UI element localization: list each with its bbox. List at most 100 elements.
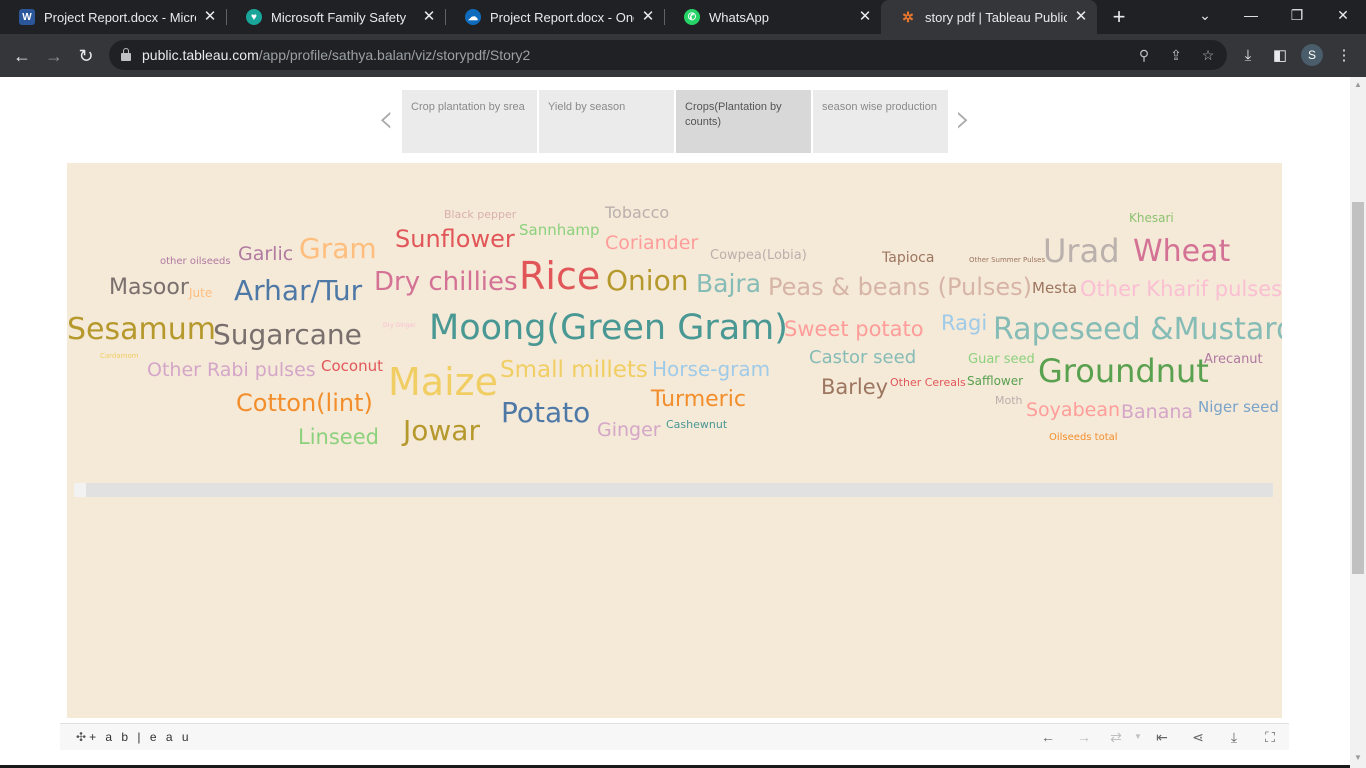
close-icon[interactable]: ✕	[202, 9, 218, 25]
word-cloud-word[interactable]: Tobacco	[605, 205, 669, 221]
word-cloud-word[interactable]: Other Rabi pulses	[147, 361, 316, 380]
zoom-icon[interactable]: ⚲	[1134, 45, 1154, 65]
tableau-logo[interactable]: ✣ + a b | e a u	[76, 730, 192, 744]
word-cloud-word[interactable]: Turmeric	[651, 389, 746, 411]
viz-horizontal-scrollbar[interactable]	[74, 483, 1273, 497]
word-cloud-word[interactable]: Coconut	[321, 359, 383, 374]
revert-icon[interactable]: ⇄	[1106, 728, 1126, 746]
word-cloud-word[interactable]: Cashewnut	[666, 419, 727, 430]
word-cloud-word[interactable]: Safflower	[967, 375, 1023, 387]
story-next-icon[interactable]: ›	[949, 91, 977, 151]
word-cloud-word[interactable]: Jute	[189, 287, 212, 299]
word-cloud-word[interactable]: Cotton(lint)	[236, 391, 373, 415]
word-cloud-word[interactable]: Arecanut	[1204, 353, 1263, 366]
word-cloud-word[interactable]: Sannhamp	[519, 223, 600, 238]
word-cloud-word[interactable]: Other Summer Pulses	[969, 257, 1045, 264]
word-cloud-word[interactable]: Other Kharif pulses	[1080, 279, 1282, 300]
word-cloud-word[interactable]: Castor seed	[809, 349, 916, 367]
scroll-up-icon[interactable]: ▲	[1354, 81, 1362, 89]
word-cloud-word[interactable]: Sunflower	[395, 227, 515, 251]
reset-icon[interactable]: ⇤	[1152, 728, 1172, 746]
close-icon[interactable]: ✕	[1073, 9, 1089, 25]
window-close-icon[interactable]: ✕	[1320, 0, 1366, 34]
redo-icon[interactable]: →	[1074, 728, 1094, 746]
word-cloud-word[interactable]: Black pepper	[444, 209, 516, 220]
menu-kebab-icon[interactable]: ⋮	[1333, 45, 1355, 67]
story-point-2[interactable]: Yield by season	[539, 90, 674, 153]
word-cloud-word[interactable]: other oilseeds	[160, 257, 231, 267]
side-panel-icon[interactable]: ◧	[1269, 45, 1291, 67]
word-cloud-word[interactable]: Sesamum	[67, 315, 216, 345]
forward-icon[interactable]: →	[41, 43, 67, 69]
browser-tab-active[interactable]: ✲ story pdf | Tableau Public ✕	[881, 0, 1097, 34]
story-point-3[interactable]: Crops(Plantation by counts)	[676, 90, 811, 153]
word-cloud-word[interactable]: Guar seed	[968, 353, 1035, 366]
address-bar[interactable]: public.tableau.com/app/profile/sathya.ba…	[109, 40, 1227, 70]
word-cloud-word[interactable]: Garlic	[238, 245, 293, 264]
word-cloud-word[interactable]: Maize	[388, 363, 498, 401]
scroll-down-icon[interactable]: ▼	[1354, 754, 1362, 762]
share-icon[interactable]: ⋖	[1188, 728, 1208, 746]
browser-tab[interactable]: ✆ WhatsApp ✕	[665, 0, 881, 34]
word-cloud-word[interactable]: Cowpea(Lobia)	[710, 249, 807, 262]
word-cloud-word[interactable]: Peas & beans (Pulses)	[768, 275, 1032, 299]
browser-tab[interactable]: W Project Report.docx - Microsoft Word ✕	[0, 0, 226, 34]
word-cloud-word[interactable]: Sugarcane	[213, 321, 362, 349]
word-cloud-word[interactable]: Soyabean	[1026, 401, 1120, 420]
word-cloud-word[interactable]: Oilseeds total	[1049, 433, 1118, 443]
tab-search-icon[interactable]: ⌄	[1182, 0, 1228, 34]
page-scrollbar[interactable]: ▲ ▼	[1350, 77, 1366, 768]
browser-tab[interactable]: ♥ Microsoft Family Safety ✕	[227, 0, 445, 34]
word-cloud-word[interactable]: Moong(Green Gram)	[429, 311, 788, 346]
word-cloud-word[interactable]: Moth	[995, 395, 1023, 406]
scroll-thumb[interactable]	[1352, 202, 1364, 574]
word-cloud-word[interactable]: Urad	[1043, 235, 1120, 267]
word-cloud-word[interactable]: Rice	[519, 257, 600, 295]
close-icon[interactable]: ✕	[421, 9, 437, 25]
story-prev-icon[interactable]: ‹	[372, 91, 400, 151]
word-cloud-word[interactable]: Niger seed	[1198, 400, 1279, 415]
word-cloud-word[interactable]: Arhar/Tur	[234, 277, 362, 305]
word-cloud-word[interactable]: Banana	[1121, 403, 1193, 422]
story-point-4[interactable]: season wise production	[813, 90, 948, 153]
word-cloud-word[interactable]: Onion	[606, 267, 688, 295]
word-cloud-word[interactable]: Barley	[821, 377, 888, 398]
word-cloud-word[interactable]: Tapioca	[882, 251, 934, 265]
revert-dropdown-icon[interactable]: ▼	[1128, 728, 1148, 746]
word-cloud-word[interactable]: Groundnut	[1038, 355, 1209, 387]
word-cloud-word[interactable]: Khesari	[1129, 212, 1174, 224]
word-cloud-word[interactable]: Jowar	[403, 417, 480, 445]
close-icon[interactable]: ✕	[640, 9, 656, 25]
close-icon[interactable]: ✕	[857, 9, 873, 25]
url-text[interactable]: public.tableau.com/app/profile/sathya.ba…	[142, 47, 530, 63]
story-point-1[interactable]: Crop plantation by srea	[402, 90, 537, 153]
share-page-icon[interactable]: ⇪	[1166, 45, 1186, 65]
word-cloud-word[interactable]: Wheat	[1133, 237, 1230, 267]
minimize-icon[interactable]: —	[1228, 0, 1274, 34]
word-cloud-word[interactable]: Potato	[501, 399, 590, 427]
download-icon[interactable]: ⤓	[1224, 728, 1244, 746]
reload-icon[interactable]: ↻	[73, 43, 99, 69]
word-cloud-word[interactable]: Dry chillies	[374, 269, 518, 295]
restore-icon[interactable]: ❐	[1274, 0, 1320, 34]
word-cloud-word[interactable]: Coriander	[605, 234, 698, 253]
word-cloud-word[interactable]: Ragi	[941, 313, 987, 334]
word-cloud-word[interactable]: Gram	[299, 235, 377, 263]
word-cloud-word[interactable]: Mesta	[1032, 281, 1077, 296]
word-cloud-word[interactable]: Masoor	[109, 277, 189, 299]
download-icon[interactable]: ⤓	[1237, 45, 1259, 67]
word-cloud-word[interactable]: Cardamom	[100, 353, 139, 360]
back-icon[interactable]: ←	[9, 43, 35, 69]
profile-avatar[interactable]: S	[1301, 44, 1323, 66]
undo-icon[interactable]: ←	[1038, 728, 1058, 746]
word-cloud-word[interactable]: Dry Ginger	[383, 323, 416, 329]
word-cloud-word[interactable]: Rapeseed &Mustard	[993, 315, 1282, 345]
bookmark-star-icon[interactable]: ☆	[1198, 45, 1218, 65]
word-cloud-word[interactable]: Sweet potato	[784, 319, 924, 340]
word-cloud-word[interactable]: Ginger	[597, 421, 661, 440]
viz-scroll-thumb[interactable]	[74, 483, 86, 497]
word-cloud-word[interactable]: Small millets	[500, 359, 648, 382]
word-cloud-word[interactable]: Linseed	[298, 427, 379, 448]
word-cloud-word[interactable]: Horse-gram	[652, 359, 770, 379]
fullscreen-icon[interactable]: ⛶	[1260, 728, 1280, 746]
